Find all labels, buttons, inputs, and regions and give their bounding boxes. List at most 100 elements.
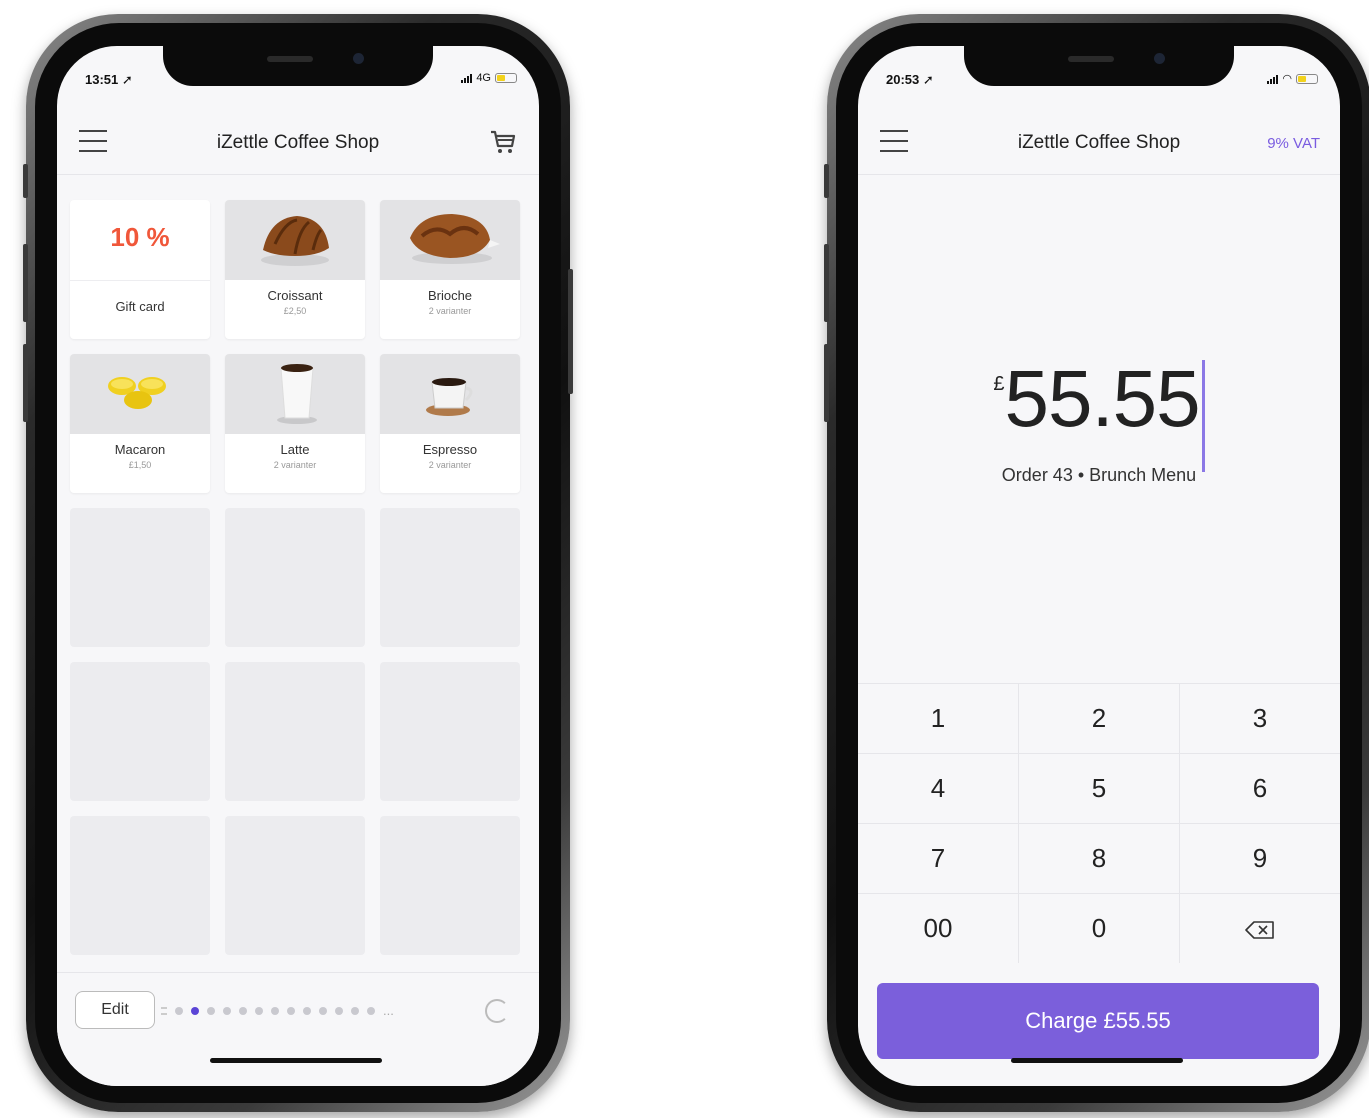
mute-switch [23, 164, 28, 198]
product-name: Espresso [422, 442, 478, 457]
empty-tile[interactable] [380, 662, 520, 801]
signal-icon [461, 73, 473, 83]
espresso-image [380, 354, 520, 434]
page-dot[interactable] [271, 1006, 279, 1015]
gift-card-label: Gift card [115, 299, 165, 314]
key-2[interactable]: 2 [1019, 684, 1180, 753]
refresh-icon[interactable] [485, 999, 509, 1023]
product-price: £2,50 [283, 306, 307, 316]
product-name: Brioche [427, 288, 473, 303]
amount-value: 55.55 [1004, 354, 1200, 443]
screen: 13:51 ➚ 4G iZettle Coffee Shop 10 % Gift… [57, 46, 539, 1086]
edit-button[interactable]: Edit [75, 991, 155, 1029]
status-bar-right: ◠ [1267, 72, 1318, 85]
croissant-image [225, 200, 365, 280]
page-dot[interactable] [319, 1006, 327, 1015]
phone-right: 20:53 ➚ ◠ iZettle Coffee Shop 9% VAT £55… [824, 14, 1369, 1112]
key-7[interactable]: 7 [858, 824, 1019, 893]
text-cursor [1201, 359, 1205, 472]
status-time: 13:51 ➚ [85, 72, 133, 87]
list-view-icon[interactable] [161, 1006, 167, 1015]
page-dot[interactable] [303, 1006, 311, 1015]
product-price: £1,50 [128, 460, 152, 470]
macaron-image [70, 354, 210, 434]
amount-display: £55.55 Order 43 • Brunch Menu [858, 175, 1340, 683]
product-tile-macaron[interactable]: Macaron £1,50 [70, 354, 210, 493]
page-indicator: ... [161, 1003, 394, 1018]
product-name: Latte [280, 442, 310, 457]
app-header: iZettle Coffee Shop 9% VAT [858, 112, 1340, 175]
page-dot[interactable] [255, 1006, 263, 1015]
page-dot[interactable] [175, 1006, 183, 1015]
product-variants: 2 varianter [273, 460, 317, 470]
key-3[interactable]: 3 [1180, 684, 1340, 753]
home-indicator[interactable] [210, 1058, 382, 1063]
latte-image [225, 354, 365, 434]
product-tile-brioche[interactable]: Brioche 2 varianter [380, 200, 520, 339]
wifi-icon: ◠ [1282, 73, 1292, 85]
page-dot[interactable] [335, 1006, 343, 1015]
signal-icon [1267, 74, 1279, 84]
volume-up-button [824, 244, 829, 322]
key-1[interactable]: 1 [858, 684, 1019, 753]
charge-button[interactable]: Charge £55.55 [877, 983, 1319, 1059]
screen: 20:53 ➚ ◠ iZettle Coffee Shop 9% VAT £55… [858, 46, 1340, 1086]
empty-tile[interactable] [225, 508, 365, 647]
mute-switch [824, 164, 829, 198]
empty-tile[interactable] [225, 662, 365, 801]
key-5[interactable]: 5 [1019, 754, 1180, 823]
key-backspace[interactable] [1180, 894, 1340, 963]
network-label: 4G [476, 72, 491, 84]
key-00[interactable]: 00 [858, 894, 1019, 963]
notch [163, 46, 433, 86]
status-time: 20:53 ➚ [886, 72, 934, 87]
empty-tile[interactable] [225, 816, 365, 955]
page-dot-active[interactable] [191, 1006, 199, 1015]
volume-up-button [23, 244, 28, 322]
notch [964, 46, 1234, 86]
product-variants: 2 varianter [428, 460, 472, 470]
key-8[interactable]: 8 [1019, 824, 1180, 893]
product-name: Croissant [267, 288, 323, 303]
power-button [568, 269, 573, 394]
volume-down-button [23, 344, 28, 422]
empty-tile[interactable] [380, 508, 520, 647]
empty-tile[interactable] [70, 662, 210, 801]
page-dot[interactable] [287, 1006, 295, 1015]
more-pages-indicator: ... [383, 1003, 394, 1018]
page-dot[interactable] [351, 1006, 359, 1015]
page-dot[interactable] [367, 1006, 375, 1015]
key-0[interactable]: 0 [1019, 894, 1180, 963]
discount-value: 10 % [110, 222, 170, 252]
home-indicator[interactable] [1011, 1058, 1183, 1063]
key-6[interactable]: 6 [1180, 754, 1340, 823]
amount: £55.55 [858, 353, 1340, 478]
empty-tile[interactable] [70, 508, 210, 647]
empty-tile[interactable] [70, 816, 210, 955]
status-bar-right: 4G [461, 72, 517, 84]
phone-left: 13:51 ➚ 4G iZettle Coffee Shop 10 % Gift… [23, 14, 573, 1112]
product-tile-croissant[interactable]: Croissant £2,50 [225, 200, 365, 339]
page-dot[interactable] [223, 1006, 231, 1015]
page-dot[interactable] [239, 1006, 247, 1015]
product-tile-espresso[interactable]: Espresso 2 varianter [380, 354, 520, 493]
numeric-keypad: 1 2 3 4 5 6 7 8 9 00 0 [858, 683, 1340, 963]
brioche-image [380, 200, 520, 280]
battery-icon [1296, 73, 1318, 84]
app-header: iZettle Coffee Shop [57, 112, 539, 175]
grid-footer: Edit ... [57, 972, 539, 1086]
discount-tile[interactable]: 10 % Gift card [70, 200, 210, 339]
key-4[interactable]: 4 [858, 754, 1019, 823]
currency-symbol: £ [993, 373, 1005, 395]
product-name: Macaron [114, 442, 166, 457]
order-info[interactable]: Order 43 • Brunch Menu [858, 465, 1340, 486]
page-dot[interactable] [207, 1006, 215, 1015]
product-tile-latte[interactable]: Latte 2 varianter [225, 354, 365, 493]
vat-button[interactable]: 9% VAT [1267, 135, 1320, 152]
key-9[interactable]: 9 [1180, 824, 1340, 893]
product-variants: 2 varianter [428, 306, 472, 316]
volume-down-button [824, 344, 829, 422]
backspace-icon [1245, 921, 1274, 939]
cart-icon[interactable] [489, 129, 517, 155]
empty-tile[interactable] [380, 816, 520, 955]
